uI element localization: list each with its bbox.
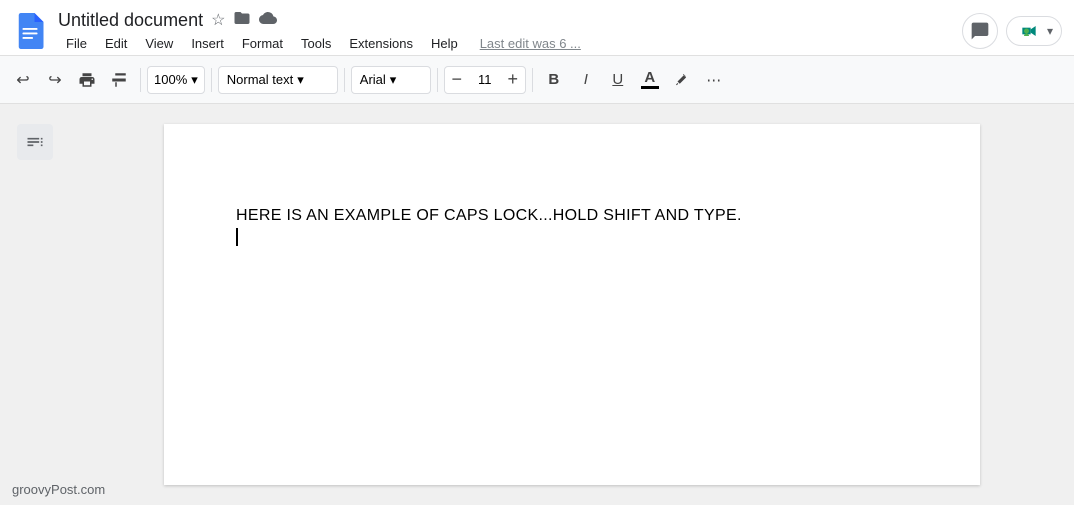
- header-right: ▾: [962, 13, 1062, 49]
- zoom-value: 100%: [154, 72, 187, 87]
- font-value: Arial: [360, 72, 386, 87]
- toolbar-separator-5: [532, 68, 533, 92]
- cursor-line: [236, 228, 908, 246]
- cloud-save-icon: [259, 9, 277, 32]
- undo-button[interactable]: ↩: [8, 65, 38, 95]
- menu-view[interactable]: View: [137, 34, 181, 53]
- document-content[interactable]: HERE IS AN EXAMPLE OF CAPS LOCK...HOLD S…: [236, 204, 908, 246]
- zoom-chevron-icon: ▾: [191, 72, 198, 88]
- last-edit-status[interactable]: Last edit was 6 ...: [480, 36, 581, 51]
- font-color-letter: A: [644, 70, 655, 85]
- highlight-color-button[interactable]: [667, 65, 697, 95]
- meet-icon: [1015, 21, 1043, 41]
- sidebar: [0, 104, 70, 505]
- menu-extensions[interactable]: Extensions: [341, 34, 421, 53]
- menu-file[interactable]: File: [58, 34, 95, 53]
- title-bar: Untitled document ☆ File Edit View Inser…: [0, 0, 1074, 56]
- comments-button[interactable]: [962, 13, 998, 49]
- meet-button[interactable]: ▾: [1006, 16, 1062, 46]
- document-area[interactable]: HERE IS AN EXAMPLE OF CAPS LOCK...HOLD S…: [70, 104, 1074, 505]
- menu-bar: File Edit View Insert Format Tools Exten…: [58, 34, 962, 53]
- meet-chevron-icon: ▾: [1047, 24, 1053, 38]
- bold-button[interactable]: B: [539, 65, 569, 95]
- star-icon[interactable]: ☆: [211, 10, 225, 30]
- document-title[interactable]: Untitled document: [58, 10, 203, 31]
- doc-title-row: Untitled document ☆: [58, 9, 962, 32]
- zoom-selector[interactable]: 100% ▾: [147, 66, 205, 94]
- document-outline-button[interactable]: [17, 124, 53, 160]
- menu-format[interactable]: Format: [234, 34, 291, 53]
- menu-help[interactable]: Help: [423, 34, 466, 53]
- document-page: HERE IS AN EXAMPLE OF CAPS LOCK...HOLD S…: [164, 124, 980, 485]
- style-value: Normal text: [227, 72, 293, 87]
- document-text-line1: HERE IS AN EXAMPLE OF CAPS LOCK...HOLD S…: [236, 204, 908, 228]
- toolbar-separator-2: [211, 68, 212, 92]
- docs-logo-icon: [12, 13, 48, 49]
- watermark: groovyPost.com: [12, 482, 105, 497]
- print-button[interactable]: [72, 65, 102, 95]
- italic-button[interactable]: I: [571, 65, 601, 95]
- more-options-button[interactable]: ⋯: [699, 65, 729, 95]
- font-size-input[interactable]: 11: [469, 72, 501, 87]
- underline-button[interactable]: U: [603, 65, 633, 95]
- folder-icon: [233, 9, 251, 32]
- toolbar-separator-3: [344, 68, 345, 92]
- font-chevron-icon: ▾: [390, 72, 397, 88]
- font-color-button[interactable]: A: [635, 65, 665, 95]
- paint-format-button[interactable]: [104, 65, 134, 95]
- title-section: Untitled document ☆ File Edit View Inser…: [58, 9, 962, 53]
- toolbar-separator-4: [437, 68, 438, 92]
- paragraph-style-selector[interactable]: Normal text ▾: [218, 66, 338, 94]
- menu-edit[interactable]: Edit: [97, 34, 135, 53]
- menu-insert[interactable]: Insert: [183, 34, 232, 53]
- font-size-decrease-button[interactable]: −: [445, 66, 469, 94]
- toolbar-separator-1: [140, 68, 141, 92]
- toolbar: ↩ ↪ 100% ▾ Normal text ▾ Arial ▾ − 11 + …: [0, 56, 1074, 104]
- font-size-control: − 11 +: [444, 66, 526, 94]
- text-cursor: [236, 228, 238, 246]
- font-selector[interactable]: Arial ▾: [351, 66, 431, 94]
- menu-tools[interactable]: Tools: [293, 34, 339, 53]
- style-chevron-icon: ▾: [297, 72, 304, 88]
- redo-button[interactable]: ↪: [40, 65, 70, 95]
- main-area: HERE IS AN EXAMPLE OF CAPS LOCK...HOLD S…: [0, 104, 1074, 505]
- font-color-bar: [641, 86, 659, 89]
- font-size-increase-button[interactable]: +: [501, 66, 525, 94]
